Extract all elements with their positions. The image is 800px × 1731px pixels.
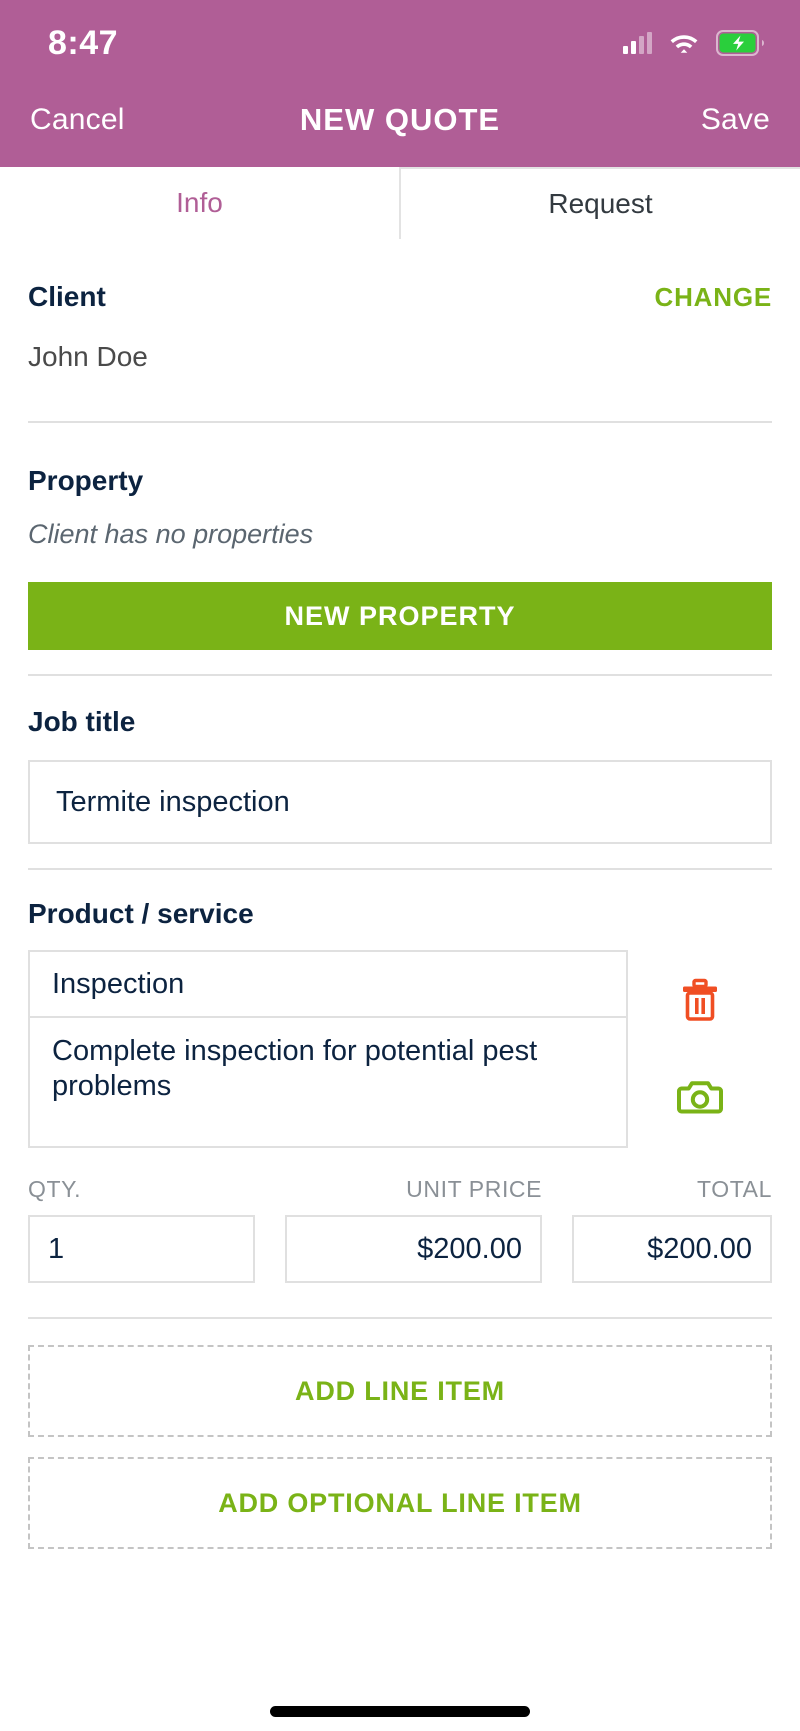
trash-icon [680, 978, 720, 1025]
app-header: 8:47 Cancel NEW QUOTE Save [0, 0, 800, 167]
add-optional-line-item-button[interactable]: ADD OPTIONAL LINE ITEM [28, 1457, 772, 1549]
job-title-section-header: Job title [28, 676, 772, 738]
job-title-input[interactable]: Termite inspection [28, 760, 772, 844]
line-item-fields: Inspection Complete inspection for poten… [28, 950, 628, 1148]
camera-icon [677, 1081, 723, 1120]
job-title-section-label: Job title [28, 706, 136, 737]
page-title: NEW QUOTE [299, 101, 501, 137]
wifi-icon [669, 32, 699, 55]
line-item-row: Inspection Complete inspection for poten… [28, 950, 772, 1148]
property-empty-note: Client has no properties [28, 519, 314, 549]
job-title-value: Termite inspection [56, 785, 290, 818]
nav-bar: Cancel NEW QUOTE Save [0, 86, 800, 167]
new-property-button[interactable]: NEW PROPERTY [28, 582, 772, 650]
client-name: John Doe [28, 341, 148, 372]
tab-bar: Info Request [0, 167, 800, 239]
line-item-name-value: Inspection [52, 967, 185, 1000]
change-client-button[interactable]: CHANGE [655, 282, 772, 313]
unit-price-value: $200.00 [417, 1232, 522, 1265]
unit-price-header: UNIT PRICE [406, 1176, 543, 1202]
total-header: TOTAL [697, 1176, 772, 1202]
app-screen: 8:47 Cancel NEW QUOTE Save Info Request … [0, 0, 800, 1731]
tab-info-label: Info [176, 187, 223, 218]
property-section-header: Property [28, 423, 772, 497]
property-section-label: Property [28, 465, 144, 496]
add-line-item-button[interactable]: ADD LINE ITEM [28, 1345, 772, 1437]
total-value: $200.00 [647, 1232, 752, 1265]
line-item-description-input[interactable]: Complete inspection for potential pest p… [30, 1018, 626, 1146]
line-item-column-headers: QTY. UNIT PRICE TOTAL [28, 1176, 772, 1203]
total-input[interactable]: $200.00 [571, 1215, 772, 1283]
unit-price-input[interactable]: $200.00 [285, 1215, 542, 1283]
status-bar: 8:47 [0, 0, 800, 86]
battery-charging-icon [716, 30, 764, 56]
status-bar-icons [623, 30, 764, 56]
tab-info[interactable]: Info [0, 167, 399, 239]
qty-value: 1 [48, 1232, 65, 1265]
divider [28, 1317, 772, 1319]
tab-request[interactable]: Request [399, 167, 800, 239]
product-service-section-label: Product / service [28, 898, 254, 929]
product-service-section-header: Product / service [28, 870, 772, 930]
status-bar-time: 8:47 [48, 23, 119, 62]
client-section-label: Client [28, 281, 106, 312]
form-content: Client CHANGE John Doe Property Client h… [0, 239, 800, 1731]
add-photo-button[interactable] [677, 1077, 723, 1120]
qty-header: QTY. [28, 1176, 82, 1202]
line-item-values-row: 1 $200.00 $200.00 [28, 1215, 772, 1283]
home-indicator [270, 1706, 530, 1717]
qty-input[interactable]: 1 [28, 1215, 256, 1283]
line-item-description-value: Complete inspection for potential pest p… [52, 1035, 538, 1103]
delete-line-item-button[interactable] [680, 978, 720, 1025]
line-item-name-input[interactable]: Inspection [30, 952, 626, 1018]
tab-request-label: Request [548, 188, 653, 219]
client-section-header: Client CHANGE [28, 239, 772, 313]
line-item-actions [628, 950, 772, 1148]
cellular-signal-icon [623, 32, 652, 54]
